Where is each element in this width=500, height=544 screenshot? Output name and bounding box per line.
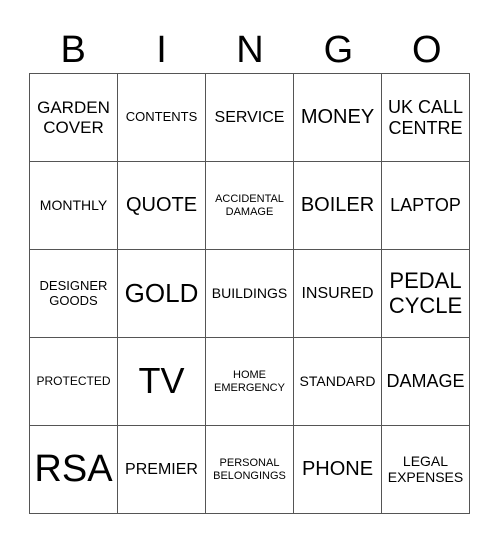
header-letter-b: B — [60, 29, 86, 71]
bingo-cell[interactable]: ACCIDENTAL DAMAGE — [206, 162, 294, 250]
bingo-cell[interactable]: DESIGNER GOODS — [30, 250, 118, 338]
bingo-cell[interactable]: INSURED — [294, 250, 382, 338]
bingo-cell[interactable]: PHONE — [294, 426, 382, 514]
bingo-cell[interactable]: LEGAL EXPENSES — [382, 426, 470, 514]
bingo-header: B I N G O — [29, 28, 471, 72]
bingo-cell[interactable]: BOILER — [294, 162, 382, 250]
bingo-cell[interactable]: SERVICE — [206, 74, 294, 162]
bingo-cell[interactable]: GOLD — [118, 250, 206, 338]
bingo-cell[interactable]: PREMIER — [118, 426, 206, 514]
bingo-cell[interactable]: DAMAGE — [382, 338, 470, 426]
bingo-cell[interactable]: STANDARD — [294, 338, 382, 426]
header-letter-g: G — [323, 29, 354, 71]
bingo-cell[interactable]: GARDEN COVER — [30, 74, 118, 162]
bingo-cell[interactable]: MONTHLY — [30, 162, 118, 250]
bingo-cell[interactable]: QUOTE — [118, 162, 206, 250]
bingo-cell[interactable]: BUILDINGS — [206, 250, 294, 338]
bingo-cell[interactable]: CONTENTS — [118, 74, 206, 162]
header-letter-n: N — [236, 29, 264, 71]
bingo-cell[interactable]: HOME EMERGENCY — [206, 338, 294, 426]
header-letter-i: I — [156, 29, 167, 71]
bingo-cell[interactable]: UK CALL CENTRE — [382, 74, 470, 162]
bingo-cell[interactable]: TV — [118, 338, 206, 426]
bingo-cell[interactable]: RSA — [30, 426, 118, 514]
bingo-cell[interactable]: LAPTOP — [382, 162, 470, 250]
bingo-cell[interactable]: PERSONAL BELONGINGS — [206, 426, 294, 514]
header-letter-o: O — [411, 29, 442, 71]
bingo-cell[interactable]: MONEY — [294, 74, 382, 162]
bingo-cell[interactable]: PEDAL CYCLE — [382, 250, 470, 338]
bingo-card-grid: GARDEN COVER CONTENTS SERVICE MONEY UK C… — [29, 73, 470, 514]
bingo-cell[interactable]: PROTECTED — [30, 338, 118, 426]
